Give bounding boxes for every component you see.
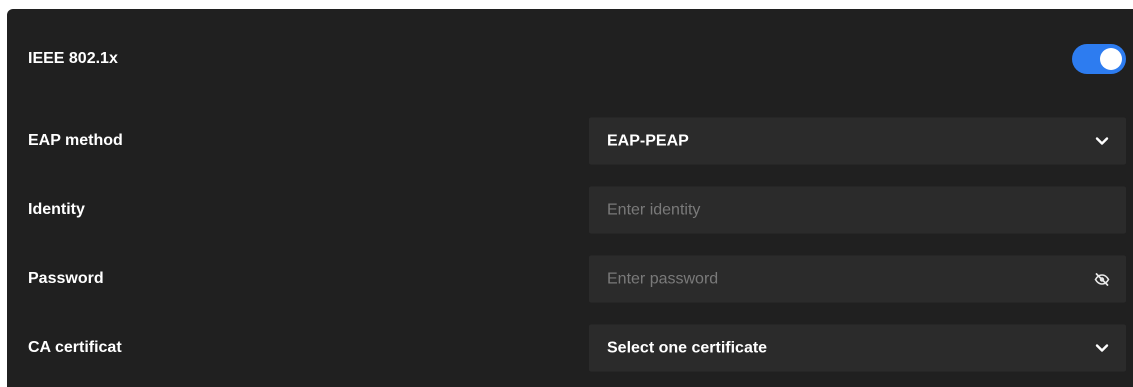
identity-row: Identity [7, 186, 1133, 234]
identity-field-wrapper [589, 186, 1126, 234]
password-label: Password [28, 270, 104, 287]
identity-label: Identity [28, 201, 85, 218]
ieee-8021x-toggle[interactable] [1072, 44, 1126, 74]
eap-method-row: EAP method EAP-PEAP [7, 117, 1133, 165]
eap-method-label: EAP method [28, 132, 123, 149]
ca-certificate-label: CA certificat [28, 339, 122, 356]
chevron-down-icon [1095, 343, 1109, 352]
toggle-knob [1100, 48, 1122, 70]
password-row: Password [7, 255, 1133, 303]
ca-certificate-select[interactable]: Select one certificate [589, 324, 1126, 372]
ca-certificate-row: CA certificat Select one certificate [7, 324, 1133, 372]
identity-input[interactable] [607, 201, 1027, 219]
eap-method-value: EAP-PEAP [607, 132, 689, 149]
ca-certificate-value: Select one certificate [607, 339, 768, 356]
password-input[interactable] [607, 270, 1027, 288]
eye-off-icon[interactable] [1094, 271, 1110, 287]
section-title: IEEE 802.1x [28, 50, 118, 67]
ieee-8021x-settings-panel: IEEE 802.1x EAP method EAP-PEAP Identity… [7, 9, 1133, 387]
eap-method-select[interactable]: EAP-PEAP [589, 117, 1126, 165]
password-field-wrapper [589, 255, 1126, 303]
ieee-8021x-row: IEEE 802.1x [7, 35, 1133, 83]
chevron-down-icon [1095, 136, 1109, 145]
